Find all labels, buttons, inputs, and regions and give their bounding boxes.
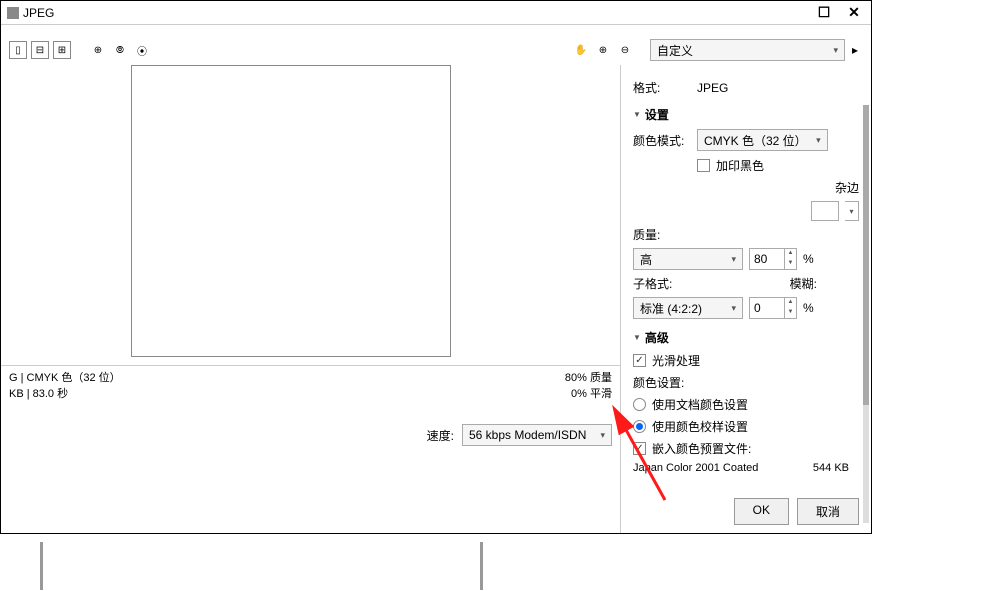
- format-label: 格式:: [633, 79, 697, 96]
- percent-2: %: [803, 301, 814, 315]
- maximize-button[interactable]: ☐: [813, 2, 835, 24]
- window-title: JPEG: [23, 6, 54, 20]
- layout-icon-2[interactable]: ⊟: [31, 41, 49, 59]
- blur-number-input[interactable]: 0▲▼: [749, 297, 797, 319]
- cancel-button[interactable]: 取消: [797, 498, 859, 525]
- profile-size: 544 KB: [813, 462, 849, 474]
- info-bar: G | CMYK 色（32 位） KB | 83.0 秒 80% 质量 0% 平…: [1, 365, 620, 406]
- smoothing-label: 光滑处理: [652, 352, 700, 369]
- toolbar: ▯ ⊟ ⊞ ⊕ ⦾ ⦿ ✋ ⊕ ⊖ 自定义 ▸: [1, 35, 871, 65]
- settings-section-head[interactable]: ▼ 设置: [633, 106, 859, 123]
- advanced-section-head[interactable]: ▼ 高级: [633, 329, 859, 346]
- layout-icon-1[interactable]: ▯: [9, 41, 27, 59]
- hand-tool-icon[interactable]: ✋: [572, 41, 590, 59]
- zoom-minus-icon[interactable]: ⊖: [616, 41, 634, 59]
- preview-canvas[interactable]: [131, 65, 451, 357]
- zoom-plus-icon[interactable]: ⊕: [594, 41, 612, 59]
- quality-value: 高: [640, 251, 652, 268]
- app-icon: [7, 7, 19, 19]
- layout-icon-3[interactable]: ⊞: [53, 41, 71, 59]
- advanced-head-text: 高级: [645, 329, 669, 346]
- speed-label: 速度:: [427, 427, 454, 444]
- colorsettings-label: 颜色设置:: [633, 374, 859, 391]
- colormode-value: CMYK 色（32 位）: [704, 132, 807, 149]
- preview-pane: G | CMYK 色（32 位） KB | 83.0 秒 80% 质量 0% 平…: [1, 65, 621, 533]
- matte-swatch-dropdown[interactable]: ▾: [845, 201, 859, 221]
- colormode-dropdown[interactable]: CMYK 色（32 位）: [697, 129, 828, 151]
- zoom-fit-icon[interactable]: ⦿: [133, 41, 151, 59]
- zoom-in-icon[interactable]: ⊕: [89, 41, 107, 59]
- overprint-checkbox[interactable]: [697, 159, 710, 172]
- quality-label: 质量:: [633, 226, 859, 243]
- settings-head-text: 设置: [645, 106, 669, 123]
- quality-dropdown[interactable]: 高: [633, 248, 743, 270]
- format-value: JPEG: [697, 81, 728, 95]
- colormode-label: 颜色模式:: [633, 132, 697, 149]
- overprint-label: 加印黑色: [716, 157, 764, 174]
- quality-readout: 80% 质量: [565, 370, 612, 386]
- background-frame-lines: [40, 542, 540, 590]
- preset-dropdown[interactable]: 自定义: [650, 39, 845, 61]
- blur-label: 模糊:: [790, 275, 817, 292]
- info-colormode: G | CMYK 色（32 位）: [9, 370, 121, 386]
- smoothing-checkbox[interactable]: ✓: [633, 354, 646, 367]
- preset-value: 自定义: [657, 42, 693, 59]
- scrollbar[interactable]: [863, 105, 869, 523]
- subformat-value: 标准 (4:2:2): [640, 300, 702, 317]
- subformat-label: 子格式:: [633, 275, 672, 292]
- matte-swatch[interactable]: [811, 201, 839, 221]
- percent-1: %: [803, 252, 814, 266]
- matte-label: 杂边: [835, 179, 859, 196]
- close-button[interactable]: ✕: [843, 2, 865, 24]
- zoom-11-icon[interactable]: ⦾: [111, 41, 129, 59]
- annotation-arrow: [560, 395, 760, 515]
- chevron-down-icon: ▼: [633, 110, 641, 119]
- preset-flyout-icon[interactable]: ▸: [847, 42, 863, 58]
- subformat-dropdown[interactable]: 标准 (4:2:2): [633, 297, 743, 319]
- titlebar: JPEG ☐ ✕: [1, 1, 871, 25]
- info-size-time: KB | 83.0 秒: [9, 386, 121, 402]
- chevron-down-icon-2: ▼: [633, 333, 641, 342]
- quality-number-input[interactable]: 80▲▼: [749, 248, 797, 270]
